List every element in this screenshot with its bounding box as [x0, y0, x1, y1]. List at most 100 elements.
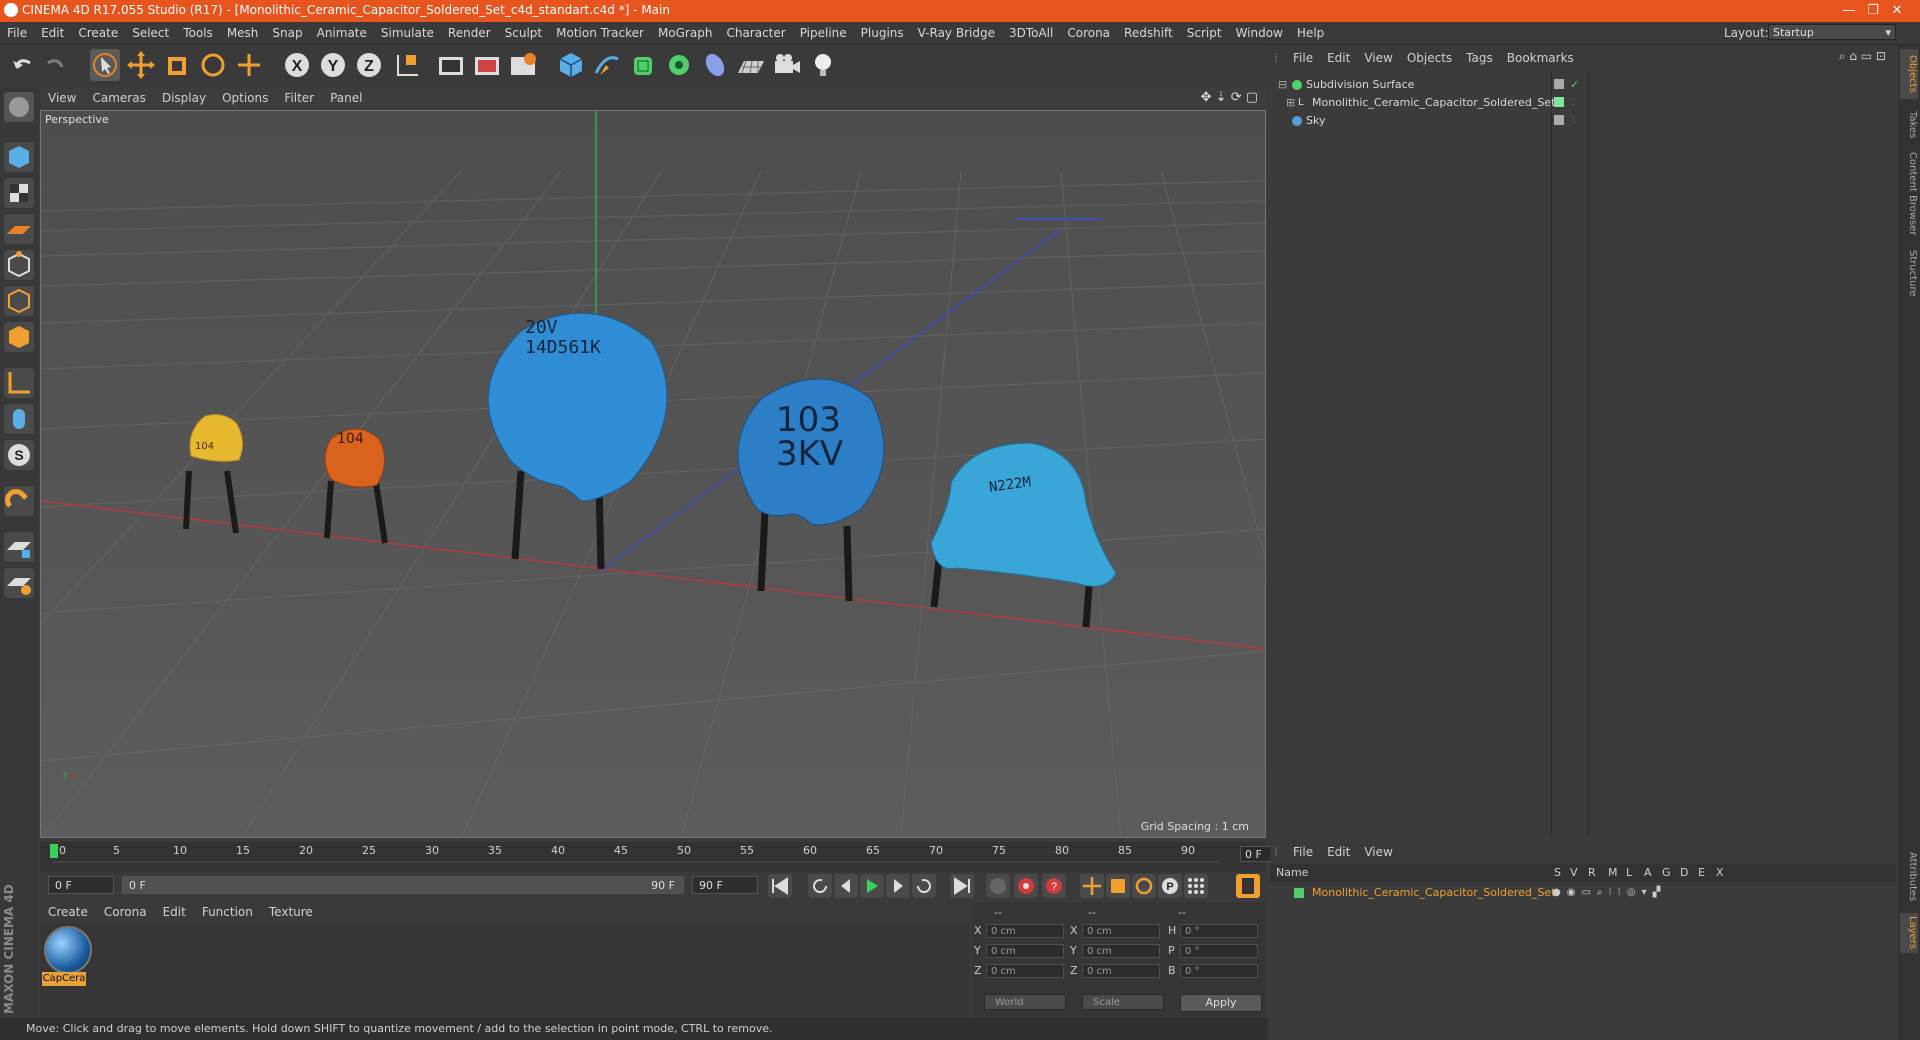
menu-file[interactable]: File	[0, 22, 34, 44]
rot-p-field[interactable]: 0 °	[1180, 944, 1258, 958]
autokey-icon[interactable]: ?	[1042, 874, 1066, 898]
menu-3dtoall[interactable]: 3DToAll	[1002, 22, 1060, 44]
menu-select[interactable]: Select	[125, 22, 176, 44]
rot-h-field[interactable]: 0 °	[1180, 924, 1258, 938]
visibility-toggle-icon[interactable]	[1554, 79, 1564, 89]
render-view-icon[interactable]	[436, 49, 466, 81]
key-scale-icon[interactable]	[1106, 874, 1130, 898]
viewport-menu-display[interactable]: Display	[154, 88, 214, 108]
menu-help[interactable]: Help	[1290, 22, 1331, 44]
light-icon[interactable]	[808, 49, 838, 81]
scale-icon[interactable]	[162, 49, 192, 81]
go-to-start-icon[interactable]	[768, 874, 792, 898]
collapse-icon[interactable]: ⊟	[1278, 76, 1287, 94]
next-frame-icon[interactable]	[886, 874, 910, 898]
points-mode-icon[interactable]	[4, 250, 34, 280]
material-menu-texture[interactable]: Texture	[261, 902, 321, 922]
layer-menu-file[interactable]: File	[1286, 842, 1320, 862]
tab-layers[interactable]: Layers	[1900, 913, 1918, 953]
coordinate-system-icon[interactable]	[392, 49, 422, 81]
visibility-dots-icon[interactable]: ⁚	[1572, 94, 1575, 112]
pos-y-field[interactable]: 0 cm	[986, 944, 1064, 958]
workplane-lock-icon[interactable]	[4, 532, 34, 562]
workplane-mode-icon[interactable]	[4, 214, 34, 244]
obj-menu-tags[interactable]: Tags	[1459, 48, 1500, 68]
pos-z-field[interactable]: 0 cm	[986, 964, 1064, 978]
object-row-capacitor-set[interactable]: ⊞ L Monolithic_Ceramic_Capacitor_Soldere…	[1270, 94, 1896, 112]
tab-objects[interactable]: Objects	[1900, 49, 1918, 99]
menu-vray-bridge[interactable]: V-Ray Bridge	[911, 22, 1002, 44]
layer-color-icon[interactable]	[1294, 888, 1304, 898]
go-to-end-icon[interactable]	[950, 874, 974, 898]
material-name[interactable]: CapCera	[42, 972, 86, 986]
viewport-menu-options[interactable]: Options	[214, 88, 276, 108]
snap-icon[interactable]	[4, 486, 34, 516]
timeline-layout-icon[interactable]	[1236, 874, 1260, 898]
mograph-cloner-icon[interactable]	[664, 49, 694, 81]
next-key-icon[interactable]	[912, 874, 936, 898]
viewport-menu-filter[interactable]: Filter	[276, 88, 322, 108]
make-editable-icon[interactable]	[4, 92, 34, 122]
menu-redshift[interactable]: Redshift	[1117, 22, 1180, 44]
size-y-field[interactable]: 0 cm	[1082, 944, 1160, 958]
camera-icon[interactable]	[772, 49, 802, 81]
material-menu-edit[interactable]: Edit	[155, 902, 194, 922]
obj-menu-bookmarks[interactable]: Bookmarks	[1500, 48, 1581, 68]
material-thumbnail[interactable]	[44, 926, 92, 974]
deformer-icon[interactable]	[700, 49, 730, 81]
render-settings-icon[interactable]	[508, 49, 538, 81]
enabled-check-icon[interactable]: ✓	[1570, 76, 1579, 94]
menu-sculpt[interactable]: Sculpt	[498, 22, 549, 44]
menu-create[interactable]: Create	[71, 22, 125, 44]
menu-mograph[interactable]: MoGraph	[651, 22, 720, 44]
layout-dropdown[interactable]: Startup	[1768, 24, 1896, 41]
viewport-navigation-icons[interactable]: ✥ ⇣ ⟳ ▢	[1201, 90, 1258, 105]
menu-edit[interactable]: Edit	[34, 22, 71, 44]
menu-character[interactable]: Character	[719, 22, 792, 44]
key-move-icon[interactable]	[1080, 874, 1104, 898]
live-selection-icon[interactable]	[90, 49, 120, 81]
play-icon[interactable]	[860, 874, 884, 898]
menu-snap[interactable]: Snap	[265, 22, 309, 44]
key-rotate-icon[interactable]	[1132, 874, 1156, 898]
rotate-icon[interactable]	[198, 49, 228, 81]
planar-workplane-icon[interactable]	[4, 568, 34, 598]
viewport-menu-view[interactable]: View	[40, 88, 84, 108]
model-mode-icon[interactable]	[4, 142, 34, 172]
object-row-subdivision[interactable]: ⊟ Subdivision Surface ✓	[1270, 76, 1896, 94]
pos-x-field[interactable]: 0 cm	[986, 924, 1064, 938]
tab-structure[interactable]: Structure	[1900, 245, 1918, 301]
timeline-ruler[interactable]: 0 5 10 15 20 25 30 35 40 45 50 55 60 65 …	[40, 842, 1300, 872]
undo-icon[interactable]	[8, 49, 38, 81]
obj-menu-edit[interactable]: Edit	[1320, 48, 1357, 68]
menu-simulate[interactable]: Simulate	[374, 22, 441, 44]
layer-row[interactable]: Monolithic_Ceramic_Capacitor_Soldered_Se…	[1270, 884, 1896, 902]
visibility-dots-icon[interactable]: ⁚	[1572, 112, 1575, 130]
tab-attributes[interactable]: Attributes	[1900, 847, 1918, 907]
edges-mode-icon[interactable]	[4, 286, 34, 316]
menu-corona[interactable]: Corona	[1060, 22, 1117, 44]
y-axis-icon[interactable]: Y	[318, 49, 348, 81]
menu-render[interactable]: Render	[441, 22, 498, 44]
menu-script[interactable]: Script	[1180, 22, 1229, 44]
obj-menu-view[interactable]: View	[1357, 48, 1399, 68]
playhead[interactable]	[50, 844, 58, 858]
solo-icon[interactable]: S	[4, 440, 34, 470]
obj-menu-objects[interactable]: Objects	[1400, 48, 1459, 68]
x-axis-icon[interactable]: X	[282, 49, 312, 81]
tweak-mode-icon[interactable]	[4, 404, 34, 434]
key-parameter-icon[interactable]: P	[1158, 874, 1182, 898]
render-picture-viewer-icon[interactable]	[472, 49, 502, 81]
polygons-mode-icon[interactable]	[4, 322, 34, 352]
object-manager-search-icons[interactable]: ⌕ ⌂ ▭ ⊡	[1839, 49, 1886, 64]
end-frame-field[interactable]: 90 F	[692, 876, 758, 894]
tab-content-browser[interactable]: Content Browser	[1900, 149, 1918, 239]
axis-mode-icon[interactable]	[4, 368, 34, 398]
start-frame-field[interactable]: 0 F	[48, 876, 114, 894]
close-button[interactable]: ✕	[1874, 0, 1920, 22]
coordinate-space-dropdown[interactable]: World	[984, 994, 1066, 1010]
apply-button[interactable]: Apply	[1180, 994, 1262, 1012]
layer-flags-icons[interactable]: ●◉▭⌕⁝⁝◎▾▞	[1552, 884, 1666, 902]
record-off-icon[interactable]	[986, 874, 1010, 898]
pen-spline-icon[interactable]	[592, 49, 622, 81]
